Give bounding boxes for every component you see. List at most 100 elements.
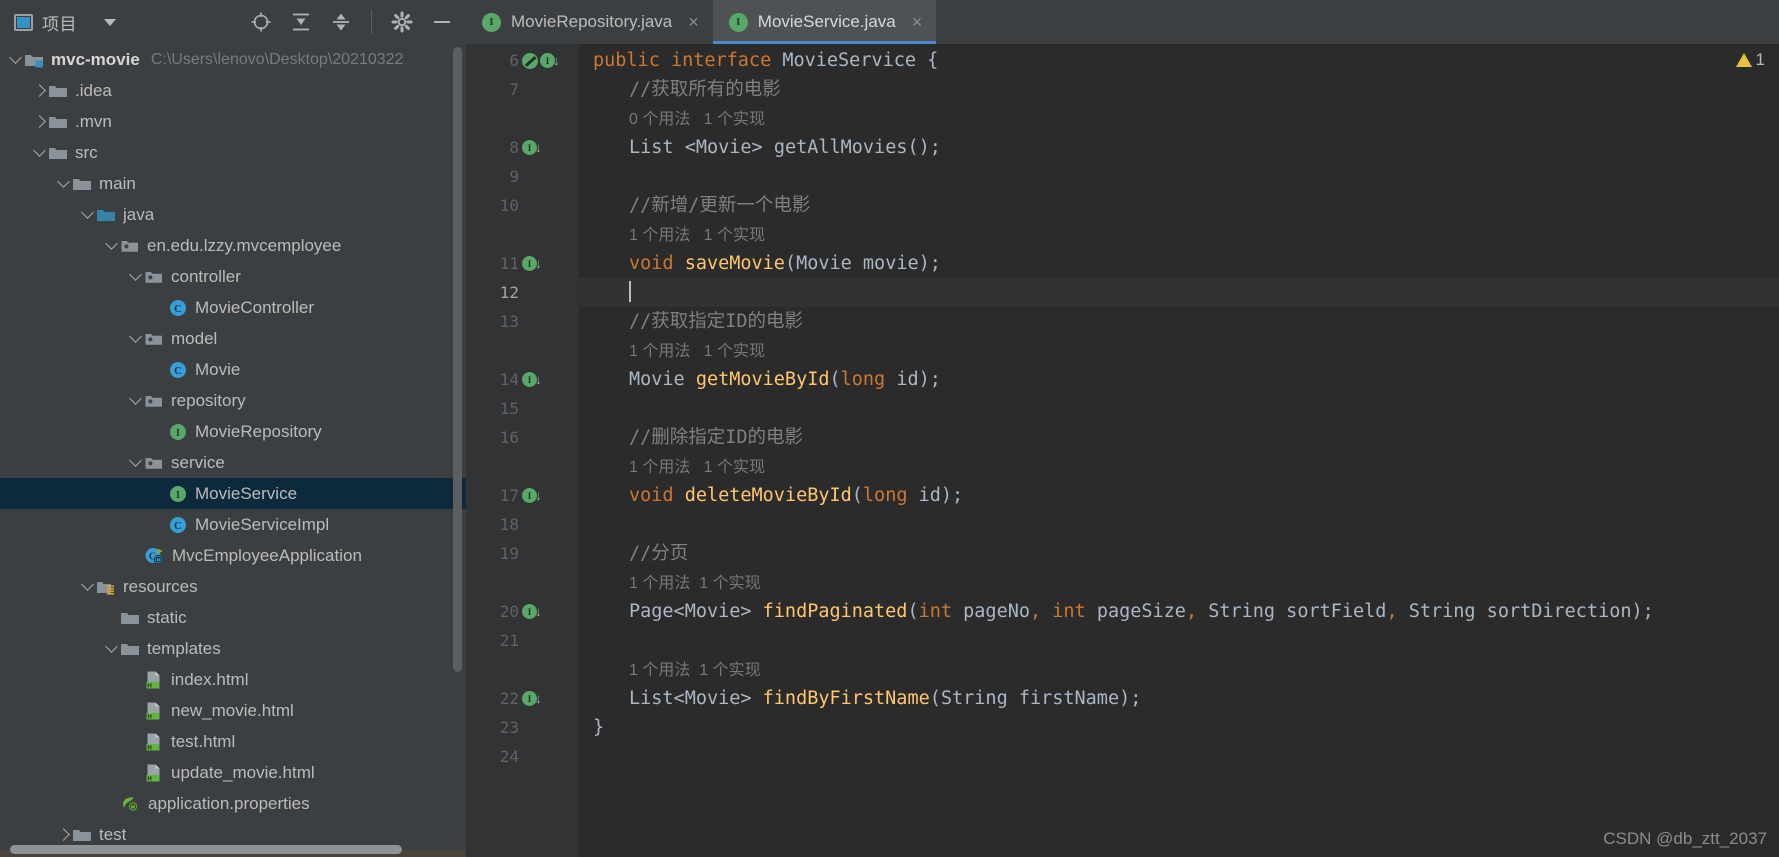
code-line: //删除指定ID的电影 — [629, 423, 803, 452]
line-number: 11 — [499, 254, 519, 273]
chevron-down-icon[interactable] — [128, 331, 144, 347]
tree-horizontal-scrollbar[interactable] — [10, 845, 402, 854]
gutter-marker-group[interactable]: I ↓ — [522, 249, 542, 278]
gutter-marker-group[interactable]: I ↓ — [522, 684, 542, 713]
module-folder-icon — [24, 51, 44, 69]
implemented-by-icon[interactable]: I ↓ — [522, 372, 542, 387]
code-token: Movie — [629, 369, 696, 390]
chevron-down-icon[interactable] — [56, 176, 72, 192]
java-class-icon: C — [168, 360, 188, 380]
tree-node-en-edu-lzzy-mvcemployee[interactable]: en.edu.lzzy.mvcemployee — [0, 230, 466, 261]
editor-tab-label: MovieService.java — [757, 12, 896, 31]
code-token: 1 个用法 1 个实现 — [629, 343, 766, 360]
tree-node-src[interactable]: src — [0, 137, 466, 168]
tree-node-service[interactable]: service — [0, 447, 466, 478]
code-token: deleteMovieById — [684, 485, 852, 506]
implemented-by-icon[interactable]: I ↓ — [522, 691, 542, 706]
implemented-by-icon[interactable]: I ↓ — [522, 604, 542, 619]
tree-node-mvcemployeeapplication[interactable]: C MvcEmployeeApplication — [0, 540, 466, 571]
tree-node-label: test — [99, 824, 127, 844]
chevron-down-icon[interactable] — [104, 238, 120, 254]
chevron-down-icon[interactable] — [104, 641, 120, 657]
chevron-right-icon[interactable] — [56, 827, 72, 843]
tree-node-java[interactable]: java — [0, 199, 466, 230]
override-icon[interactable] — [522, 52, 538, 69]
tree-node-moviecontroller[interactable]: C MovieController — [0, 292, 466, 323]
editor-gutter[interactable]: 6 I ↓ 7 8 I ↓ 9 10 11 I ↓ 12 13 14 I ↓ 15 16 17 I ↓ 18 19 20 I ↓ 21… — [466, 44, 579, 857]
tree-node-index-html[interactable]: Hindex.html — [0, 664, 466, 695]
chevron-down-icon[interactable] — [128, 455, 144, 471]
tree-node-label: MovieService — [195, 483, 298, 503]
editor-tab-movieservice[interactable]: I MovieService.java × — [712, 0, 937, 44]
locate-target-icon[interactable] — [249, 10, 273, 34]
chevron-down-icon[interactable] — [80, 579, 96, 595]
implemented-by-icon[interactable]: I ↓ — [540, 53, 560, 68]
tree-node-movierepository[interactable]: I MovieRepository — [0, 416, 466, 447]
gutter-marker-group[interactable]: I ↓ — [522, 481, 542, 510]
close-icon[interactable]: × — [912, 13, 923, 31]
chevron-down-icon[interactable] — [128, 393, 144, 409]
code-token: Movie movie — [796, 253, 919, 274]
chevron-down-icon[interactable] — [128, 269, 144, 285]
tree-node-controller[interactable]: controller — [0, 261, 466, 292]
tree-node-resources[interactable]: resources — [0, 571, 466, 602]
code-token: ); — [940, 485, 964, 506]
tree-node-label: en.edu.lzzy.mvcemployee — [147, 235, 342, 255]
tree-node-idea[interactable]: .idea — [0, 75, 466, 106]
tree-node-movieserviceimpl[interactable]: C MovieServiceImpl — [0, 509, 466, 540]
tree-node-movie[interactable]: C Movie — [0, 354, 466, 385]
java-class-icon: C — [168, 298, 188, 318]
chevron-down-icon[interactable] — [104, 18, 116, 26]
folder-icon — [48, 144, 68, 162]
editor-tab-movierepository[interactable]: I MovieRepository.java × — [466, 0, 713, 44]
implemented-by-icon[interactable]: I ↓ — [522, 488, 542, 503]
tree-node-movieservice[interactable]: I MovieService — [0, 478, 466, 509]
code-token: //分页 — [629, 543, 689, 564]
chevron-down-icon[interactable] — [8, 52, 24, 68]
tree-node-label: MovieServiceImpl — [195, 514, 330, 534]
chevron-right-icon[interactable] — [32, 83, 48, 99]
project-tree[interactable]: mvc-movie C:\Users\lenovo\Desktop\2021032… — [0, 44, 466, 857]
chevron-down-icon[interactable] — [32, 145, 48, 161]
tree-node-application-properties[interactable]: application.properties — [0, 788, 466, 819]
tree-vertical-scrollbar[interactable] — [453, 47, 462, 672]
tree-node-model[interactable]: model — [0, 323, 466, 354]
collapse-all-icon[interactable] — [329, 10, 353, 34]
close-icon[interactable]: × — [688, 13, 699, 31]
tree-node-main[interactable]: main — [0, 168, 466, 199]
tree-node-label: mvc-movie — [51, 49, 140, 69]
tree-node-test-html[interactable]: Htest.html — [0, 726, 466, 757]
tree-node-repository[interactable]: repository — [0, 385, 466, 416]
gutter-marker-group[interactable]: I ↓ — [522, 365, 542, 394]
tree-node-label: MvcEmployeeApplication — [172, 545, 362, 565]
tree-node-update-movie-html[interactable]: Hupdate_movie.html — [0, 757, 466, 788]
expand-all-icon[interactable] — [289, 10, 313, 34]
implemented-by-icon[interactable]: I ↓ — [522, 256, 542, 271]
tree-node-templates[interactable]: templates — [0, 633, 466, 664]
source-root-folder-icon — [96, 206, 116, 224]
gutter-marker-group[interactable]: I ↓ — [522, 597, 542, 626]
chevron-down-icon[interactable] — [80, 207, 96, 223]
tree-node-label: templates — [147, 638, 221, 658]
gutter-marker-group[interactable]: I ↓ — [522, 46, 560, 75]
code-token: String sortField — [1208, 601, 1387, 622]
gear-icon[interactable] — [390, 10, 414, 34]
gutter-marker-group[interactable]: I ↓ — [522, 133, 542, 162]
java-interface-icon: I — [482, 12, 501, 32]
code-editor[interactable]: public interface MovieService {//获取所有的电影… — [579, 44, 1779, 857]
tree-node-mvc-movie[interactable]: mvc-movie C:\Users\lenovo\Desktop\2021032… — [0, 44, 466, 75]
tree-node-mvn[interactable]: .mvn — [0, 106, 466, 137]
tree-node-static[interactable]: static — [0, 602, 466, 633]
minimize-icon[interactable] — [430, 10, 454, 34]
inspection-warning-badge[interactable]: 1 — [1735, 50, 1765, 70]
code-token: findPaginated — [762, 601, 908, 622]
code-token: ( — [829, 369, 841, 390]
resource-root-folder-icon — [96, 578, 116, 596]
code-token: void — [629, 485, 685, 506]
implemented-by-icon[interactable]: I ↓ — [522, 140, 542, 155]
chevron-right-icon[interactable] — [32, 114, 48, 130]
svg-text:H: H — [147, 682, 152, 689]
tree-node-new-movie-html[interactable]: Hnew_movie.html — [0, 695, 466, 726]
